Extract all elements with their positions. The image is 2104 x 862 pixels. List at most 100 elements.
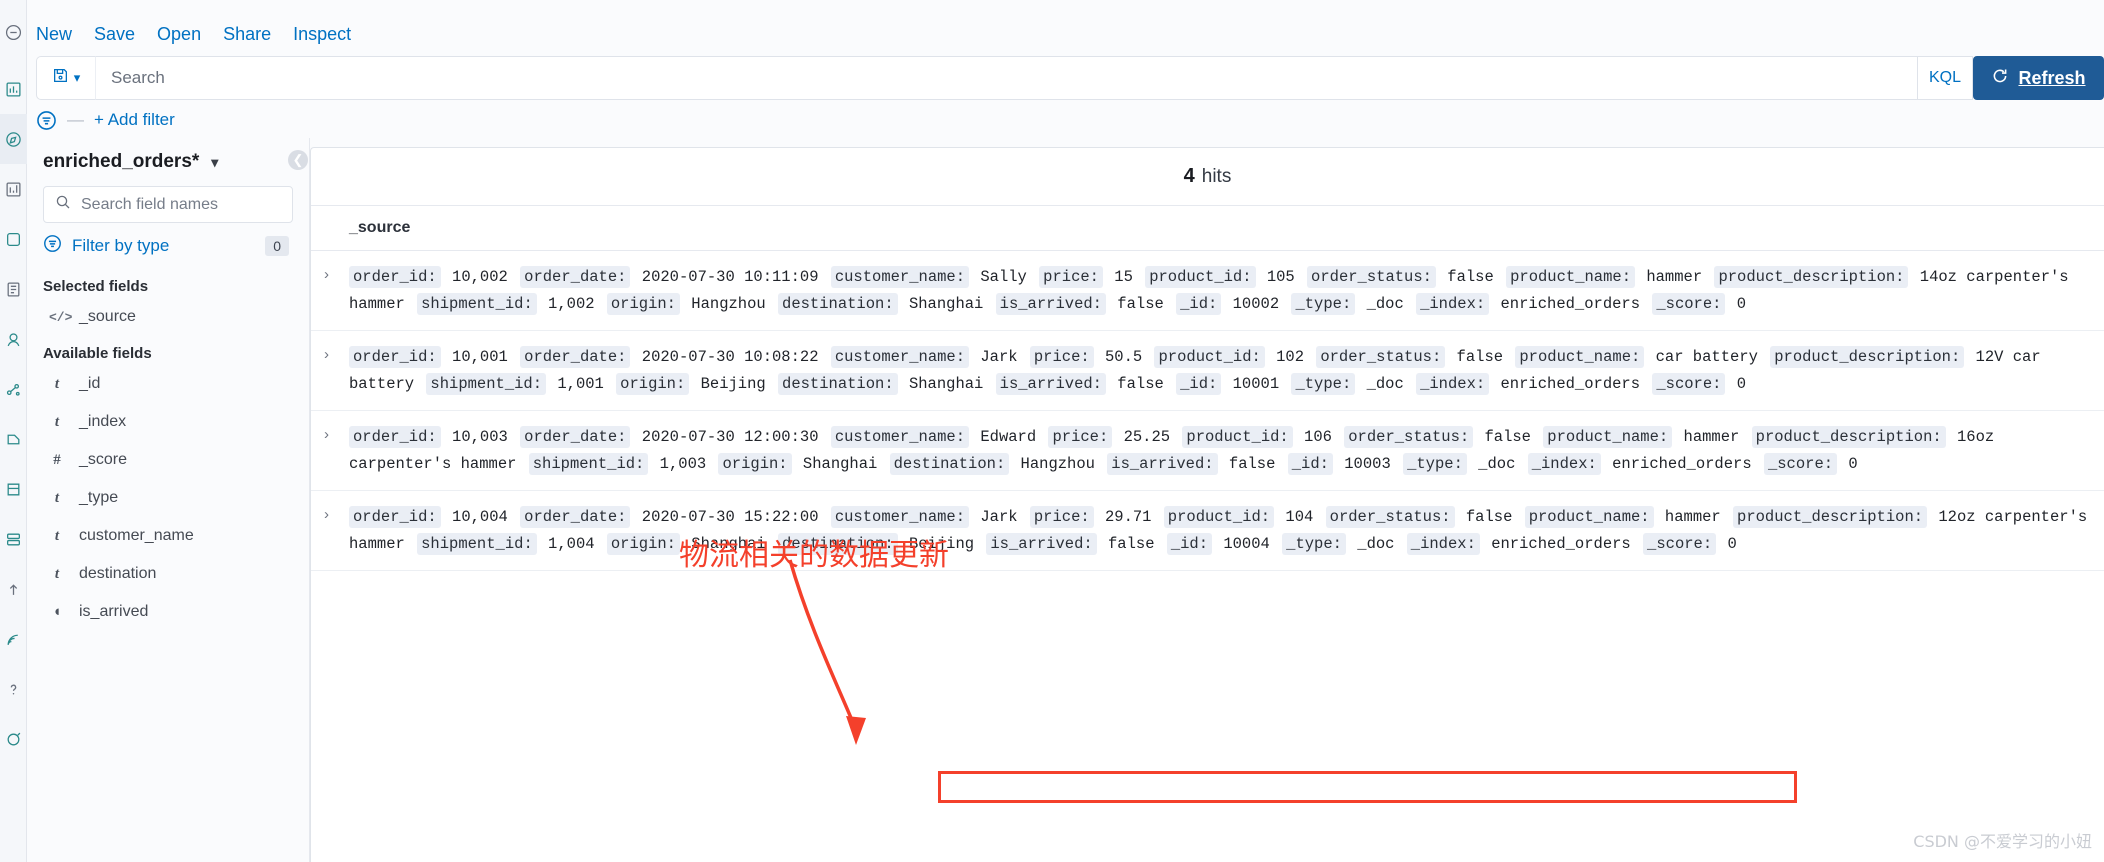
field-name: _score: [79, 451, 128, 468]
field-value: 1,003: [650, 455, 716, 473]
table-row[interactable]: › order_id: 10,001 order_date: 2020-07-30…: [311, 331, 2104, 411]
field-value: Sally: [971, 268, 1037, 286]
field-value: false: [1219, 455, 1285, 473]
field-value: 0: [1727, 375, 1747, 393]
field-item-source[interactable]: </> _source: [43, 298, 293, 336]
table-column-header[interactable]: _source: [311, 205, 2104, 251]
field-name: _type: [79, 489, 119, 506]
document-source-cell: order_id: 10,004 order_date: 2020-07-30 …: [349, 504, 2104, 558]
table-row[interactable]: › order_id: 10,004 order_date: 2020-07-30…: [311, 491, 2104, 571]
field-item-destination[interactable]: t destination: [43, 555, 293, 593]
field-item-customer_name[interactable]: t customer_name: [43, 517, 293, 555]
expand-row-icon[interactable]: ›: [311, 424, 349, 478]
metrics-icon[interactable]: [0, 514, 27, 564]
field-value: false: [1475, 428, 1541, 446]
visualize-icon[interactable]: [0, 164, 27, 214]
collapse-sidebar-button[interactable]: ❮: [288, 150, 308, 170]
menu-item-inspect[interactable]: Inspect: [293, 25, 351, 43]
field-key: order_status:: [1344, 426, 1474, 448]
add-filter-button[interactable]: + Add filter: [94, 110, 175, 130]
column-header-source: _source: [349, 219, 411, 236]
field-key: _index:: [1416, 373, 1490, 395]
hits-label: hits: [1201, 165, 1232, 187]
refresh-label: Refresh: [2018, 67, 2086, 88]
field-value: 0: [1839, 455, 1858, 473]
index-pattern-selector[interactable]: enriched_orders* ▾: [43, 138, 293, 186]
field-item-_type[interactable]: t _type: [43, 479, 293, 517]
field-value: _doc: [1357, 375, 1414, 393]
saved-query-button[interactable]: ▾: [36, 56, 95, 100]
available-fields-title: Available fields: [43, 345, 152, 362]
hits-counter: 4 hits: [311, 148, 2104, 205]
field-value: Edward: [971, 428, 1046, 446]
field-key: price:: [1029, 346, 1094, 368]
uptime-icon[interactable]: [0, 414, 27, 464]
machine-learning-icon[interactable]: [0, 314, 27, 364]
field-key: origin:: [718, 453, 792, 475]
collapse-nav-icon[interactable]: [0, 0, 27, 64]
menu-item-save[interactable]: Save: [94, 25, 135, 43]
query-language-button[interactable]: KQL: [1918, 56, 1973, 100]
field-value: Shanghai: [793, 455, 887, 473]
menu-item-open[interactable]: Open: [157, 25, 201, 43]
search-input[interactable]: Search: [95, 56, 1918, 100]
field-sidebar: enriched_orders* ▾ Search field names Fi…: [27, 138, 310, 862]
graph-icon[interactable]: [0, 364, 27, 414]
field-key: customer_name:: [830, 346, 970, 368]
document-source-cell: order_id: 10,002 order_date: 2020-07-30 …: [349, 264, 2104, 318]
field-item-_id[interactable]: t _id: [43, 365, 293, 403]
logs-icon[interactable]: [0, 614, 27, 664]
field-key: price:: [1039, 266, 1103, 288]
management-icon[interactable]: [0, 714, 27, 764]
field-key: _index:: [1416, 293, 1490, 315]
field-key: _type:: [1282, 533, 1346, 555]
field-name: _source: [79, 308, 136, 325]
filter-icon[interactable]: [36, 110, 57, 131]
field-value: 10,001: [442, 348, 518, 366]
field-value: 10,004: [442, 508, 518, 526]
field-key: product_description:: [1770, 346, 1965, 368]
dashboard-icon[interactable]: [0, 64, 27, 114]
expand-row-icon[interactable]: ›: [311, 504, 349, 558]
filter-by-type-button[interactable]: Filter by type 0: [43, 223, 293, 269]
canvas-icon[interactable]: [0, 214, 27, 264]
maps-icon[interactable]: [0, 264, 27, 314]
field-key: origin:: [606, 293, 680, 315]
field-key: is_arrived:: [995, 373, 1106, 395]
annotation-note: 物流相关的数据更新: [679, 538, 949, 573]
discover-icon[interactable]: [0, 114, 27, 164]
field-search-input[interactable]: Search field names: [43, 186, 293, 223]
field-value: hammer: [1655, 508, 1731, 526]
field-value: 104: [1276, 508, 1323, 526]
field-value: false: [1107, 295, 1174, 313]
field-key: _id:: [1287, 453, 1333, 475]
field-value: hammer: [1637, 268, 1712, 286]
field-key: _score:: [1652, 293, 1726, 315]
string-type-icon: t: [54, 527, 60, 544]
table-row[interactable]: › order_id: 10,002 order_date: 2020-07-30…: [311, 251, 2104, 331]
discover-results-panel: 4 hits _source › order_id: 10,002 order_d…: [310, 147, 2104, 862]
field-key: product_name:: [1543, 426, 1673, 448]
menu-item-new[interactable]: New: [36, 25, 72, 43]
save-disk-icon: [52, 67, 69, 89]
apm-icon[interactable]: [0, 464, 27, 514]
menu-item-share[interactable]: Share: [223, 25, 271, 43]
field-key: customer_name:: [830, 266, 970, 288]
help-icon[interactable]: [0, 664, 27, 714]
table-row[interactable]: › order_id: 10,003 order_date: 2020-07-30…: [311, 411, 2104, 491]
upgrade-icon[interactable]: [0, 564, 27, 614]
refresh-button[interactable]: Refresh: [1973, 56, 2104, 100]
field-item-_index[interactable]: t _index: [43, 403, 293, 441]
field-item-is_arrived[interactable]: ◖ is_arrived: [43, 593, 293, 631]
field-key: _id:: [1176, 293, 1222, 315]
field-item-_score[interactable]: # _score: [43, 441, 293, 479]
field-key: origin:: [616, 373, 690, 395]
expand-row-icon[interactable]: ›: [311, 264, 349, 318]
field-value: false: [1107, 375, 1174, 393]
field-key: destination:: [889, 453, 1010, 475]
field-value: 10,002: [442, 268, 518, 286]
expand-row-icon[interactable]: ›: [311, 344, 349, 398]
filter-icon: [43, 234, 62, 258]
document-table: › order_id: 10,002 order_date: 2020-07-30…: [311, 251, 2104, 571]
field-key: _id:: [1176, 373, 1222, 395]
